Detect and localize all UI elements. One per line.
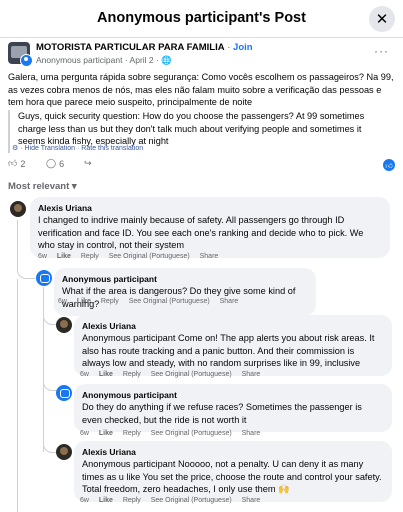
- thumbs-up-icon: 👍︎: [8, 158, 18, 168]
- avatar[interactable]: [56, 317, 72, 333]
- post-original-text: Galera, uma pergunta rápida sobre segura…: [8, 72, 394, 107]
- like-link[interactable]: Like: [99, 371, 113, 378]
- dialog-title: Anonymous participant's Post: [97, 10, 306, 26]
- comment-author[interactable]: Alexis Uriana: [82, 320, 384, 332]
- comment-author[interactable]: Anonymous participant: [62, 273, 308, 285]
- share-link[interactable]: Share: [200, 253, 219, 260]
- like-reaction-icon[interactable]: 👍︎: [383, 159, 395, 171]
- see-original-link[interactable]: See Original (Portuguese): [151, 371, 232, 378]
- comment-bubble: Anonymous participant Do they do anythin…: [74, 384, 392, 432]
- comment-time[interactable]: 6w: [80, 371, 89, 378]
- see-original-link[interactable]: See Original (Portuguese): [109, 253, 190, 260]
- comment-author[interactable]: Anonymous participant: [82, 389, 384, 401]
- group-name-link[interactable]: MOTORISTA PARTICULAR PARA FAMILIA: [36, 42, 225, 53]
- reply-link[interactable]: Reply: [123, 430, 141, 437]
- avatar[interactable]: [36, 270, 52, 286]
- comment-author[interactable]: Alexis Uriana: [82, 446, 384, 458]
- avatar[interactable]: [10, 201, 26, 217]
- thread-connector: [17, 264, 35, 279]
- comment-actions: 6w Like Reply See Original (Portuguese) …: [58, 298, 246, 305]
- thread-line: [17, 279, 18, 512]
- comment-time[interactable]: 6w: [58, 298, 67, 305]
- comment-time[interactable]: 6w: [80, 497, 89, 504]
- share-link[interactable]: Share: [242, 371, 261, 378]
- like-link[interactable]: Like: [57, 253, 71, 260]
- separator-dot: ·: [227, 42, 231, 53]
- share-action[interactable]: ↪: [84, 158, 92, 169]
- comment-time[interactable]: 6w: [80, 430, 89, 437]
- post-reactions-bar: 👍︎ 2 ◯ 6 ↪ 👍︎: [8, 158, 395, 174]
- comment-actions: 6w Like Reply See Original (Portuguese) …: [80, 497, 268, 504]
- share-icon: ↪: [84, 158, 92, 168]
- comment-author[interactable]: Alexis Uriana: [38, 202, 382, 214]
- comment-text: Anonymous participant Come on! The app a…: [82, 333, 375, 368]
- comment-actions: 6w Like Reply See Original (Portuguese) …: [80, 371, 268, 378]
- comment-bubble: Anonymous participant What if the area i…: [54, 268, 316, 316]
- comment-text: I changed to indrive mainly because of s…: [38, 215, 364, 250]
- thread-line: [17, 220, 18, 265]
- translation-divider: [8, 110, 10, 153]
- comment-text: Do they do anything if we refuse races? …: [82, 402, 362, 425]
- reply-link[interactable]: Reply: [81, 253, 99, 260]
- group-line: MOTORISTA PARTICULAR PARA FAMILIA · Join: [36, 42, 253, 53]
- share-link[interactable]: Share: [242, 430, 261, 437]
- comment-count: 6: [59, 158, 65, 169]
- post-author-line: Anonymous participant · April 2 · 🌐: [36, 55, 172, 65]
- reply-link[interactable]: Reply: [101, 298, 119, 305]
- translation-links[interactable]: ⚙ · Hide Translation · Rate this transla…: [12, 144, 143, 152]
- like-count: 2: [20, 158, 26, 169]
- comment-bubble: Alexis Uriana Anonymous participant Come…: [74, 315, 392, 376]
- like-link[interactable]: Like: [99, 497, 113, 504]
- close-button[interactable]: ✕: [369, 6, 395, 32]
- see-original-link[interactable]: See Original (Portuguese): [129, 298, 210, 305]
- share-link[interactable]: Share: [242, 497, 261, 504]
- comment-actions: 6w Like Reply See Original (Portuguese) …: [38, 253, 226, 260]
- comment-sort-dropdown[interactable]: Most relevant ▾: [8, 181, 77, 192]
- comment-action[interactable]: ◯ 6: [46, 158, 64, 169]
- like-link[interactable]: Like: [99, 430, 113, 437]
- like-link[interactable]: Like: [77, 298, 91, 305]
- reply-link[interactable]: Reply: [123, 371, 141, 378]
- see-original-link[interactable]: See Original (Portuguese): [151, 497, 232, 504]
- comment-time[interactable]: 6w: [38, 253, 47, 260]
- post-header: MOTORISTA PARTICULAR PARA FAMILIA · Join…: [8, 42, 395, 67]
- join-button[interactable]: Join: [233, 42, 253, 53]
- reply-link[interactable]: Reply: [123, 497, 141, 504]
- post-translated-text: Guys, quick security question: How do yo…: [18, 111, 365, 146]
- comment-icon: ◯: [46, 158, 57, 168]
- dialog-header: Anonymous participant's Post ✕: [0, 0, 403, 38]
- close-icon: ✕: [375, 11, 389, 28]
- comment-text: Anonymous participant Nooooo, not a pena…: [82, 459, 382, 494]
- more-options-button[interactable]: ···: [374, 44, 389, 58]
- avatar[interactable]: [56, 444, 72, 460]
- comment-bubble: Alexis Uriana I changed to indrive mainl…: [30, 197, 390, 258]
- see-original-link[interactable]: See Original (Portuguese): [151, 430, 232, 437]
- share-link[interactable]: Share: [220, 298, 239, 305]
- avatar[interactable]: [56, 385, 72, 401]
- anonymous-badge-icon: [20, 54, 33, 67]
- like-action[interactable]: 👍︎ 2: [8, 158, 25, 169]
- comment-actions: 6w Like Reply See Original (Portuguese) …: [80, 430, 268, 437]
- comment-bubble: Alexis Uriana Anonymous participant Nooo…: [74, 441, 392, 502]
